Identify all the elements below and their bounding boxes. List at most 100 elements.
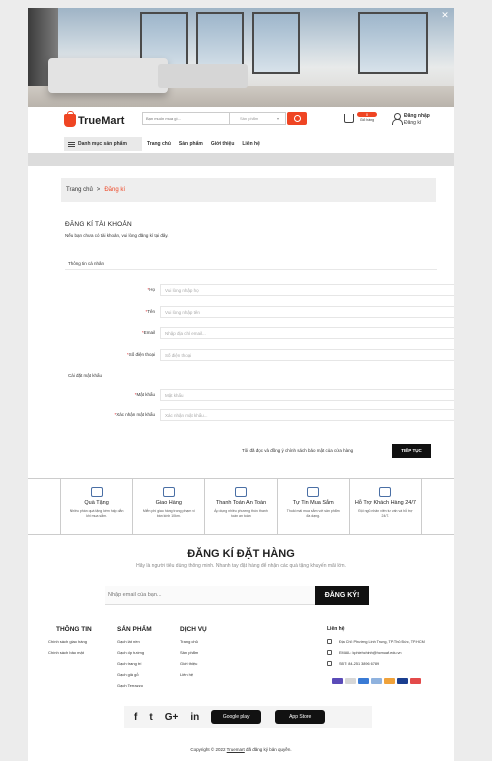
banner-sofa xyxy=(48,58,168,93)
close-icon[interactable]: ✕ xyxy=(440,10,450,20)
feature-title: Giao Hàng xyxy=(155,500,182,506)
feature-delivery: Giao Hàng Miễn phí giao hàng trong phạm … xyxy=(132,479,204,534)
lock-icon xyxy=(235,487,247,497)
footer-link[interactable]: Gạch giả gỗ xyxy=(117,672,152,677)
features-strip: Quà Tặng Nhiều phần quà tặng kèm hấp dẫn… xyxy=(28,478,454,535)
footer-link[interactable]: Trang chủ xyxy=(180,639,207,644)
footer-link[interactable]: Gạch Terrazzo xyxy=(117,683,152,688)
feature-title: Quà Tặng xyxy=(84,500,109,506)
contact-phone-text[interactable]: SĐT: 84-251 3896 6789 xyxy=(339,662,379,666)
payment-methods xyxy=(332,678,421,684)
footer-link[interactable]: Gạch trang trí xyxy=(117,661,152,666)
banner-window xyxy=(252,12,300,74)
contact-email: EMAIL: kphiehchinh@hcmuaf.edu.vn xyxy=(327,650,425,655)
nav-about[interactable]: Giới thiệu xyxy=(211,141,235,147)
copyright-brand-link[interactable]: Truemart xyxy=(227,747,245,752)
footer-services-title: DỊCH VỤ xyxy=(180,626,207,633)
linkedin-icon[interactable]: in xyxy=(190,712,199,723)
first-name-field[interactable] xyxy=(160,306,454,318)
banner-window xyxy=(358,12,428,74)
box-icon xyxy=(307,487,320,497)
footer-link[interactable]: Gạch ốp tường xyxy=(117,650,152,655)
last-name-label: *Họ xyxy=(147,287,155,292)
footer-link[interactable]: Liên hệ xyxy=(180,672,207,677)
logo-text: TrueMart xyxy=(78,114,125,127)
contact-address-text: Địa Chỉ: Phường Linh Trung, TP.Thủ Đức, … xyxy=(339,639,425,644)
nav-home[interactable]: Trang chủ xyxy=(147,141,171,147)
google-plus-icon[interactable]: G+ xyxy=(165,712,179,723)
bag-icon xyxy=(64,111,76,127)
cart-info: 0 Giỏ hàng xyxy=(357,112,377,122)
hamburger-icon xyxy=(68,141,75,147)
banner-table xyxy=(158,64,248,88)
rocket-icon xyxy=(162,487,175,497)
contact-email-text[interactable]: EMAIL: kphiehchinh@hcmuaf.edu.vn xyxy=(339,651,402,655)
skrill-icon xyxy=(332,678,343,684)
search-input[interactable] xyxy=(142,112,230,125)
cart[interactable]: 0 Giỏ hàng xyxy=(344,112,377,123)
login-link[interactable]: Đăng nhập xyxy=(404,113,430,120)
agree-text: Tôi đã đọc và đồng ý chính sách bảo mật … xyxy=(242,448,354,453)
category-select[interactable]: Sản phẩm xyxy=(230,112,286,125)
confirm-password-label-text: Xác nhận mật khẩu xyxy=(116,412,155,417)
facebook-icon[interactable]: f xyxy=(134,712,137,723)
copyright-suffix: đã đăng ký bản quyền. xyxy=(246,747,292,752)
footer-link[interactable]: Giới thiệu xyxy=(180,661,207,666)
mastercard-icon xyxy=(384,678,395,684)
footer-link[interactable]: Chính sách giao hàng xyxy=(48,639,92,644)
password-label-text: Mật khẩu xyxy=(136,392,155,397)
confirm-password-field[interactable] xyxy=(160,409,454,421)
phone-field[interactable] xyxy=(160,349,454,361)
first-name-label: *Tên xyxy=(145,309,155,314)
twitter-icon[interactable]: t xyxy=(149,712,152,723)
first-name-label-text: Tên xyxy=(147,309,155,314)
visa-icon xyxy=(397,678,408,684)
nav-products[interactable]: Sản phẩm xyxy=(179,141,203,147)
confirm-password-label: *Xác nhận mật khẩu xyxy=(114,412,155,417)
footer-contact: Liên hệ Địa Chỉ: Phường Linh Trung, TP.T… xyxy=(327,626,425,672)
categories-menu[interactable]: Danh mục sản phẩm xyxy=(64,137,142,151)
email-field[interactable] xyxy=(160,327,454,339)
footer-link[interactable]: Gạch lát nền xyxy=(117,639,152,644)
newsletter-subscribe-button[interactable]: ĐĂNG KÝ! xyxy=(315,586,369,605)
phone-row: *Số điện thoại xyxy=(65,349,454,361)
feature-desc: Áp dụng nhiều phương thức thanh toán an … xyxy=(214,509,268,518)
hero-banner[interactable]: ✕ xyxy=(28,8,454,107)
page-title: ĐĂNG KÍ TÀI KHOẢN xyxy=(65,221,132,228)
last-name-field[interactable] xyxy=(160,284,454,296)
phone-label: *Số điện thoại xyxy=(127,352,155,357)
mail-icon xyxy=(327,650,332,655)
password-label: *Mật khẩu xyxy=(135,392,155,397)
page: ✕ TrueMart Sản phẩm 0 Giỏ hàng Đăng nhập… xyxy=(28,8,454,761)
feature-support: Hỗ Trợ Khách Hàng 24/7 Đội ngũ nhân viên… xyxy=(348,479,423,534)
google-play-button[interactable]: Google play xyxy=(211,710,262,724)
feature-title: Tự Tin Mua Sắm xyxy=(292,500,334,506)
page-subtitle: Nếu bạn chưa có tài khoản, vui lòng đăng… xyxy=(65,233,169,238)
newsletter-subtitle: Hãy là người tiêu dùng thông minh. Nhanh… xyxy=(136,563,346,569)
feature-title: Thanh Toán An Toàn xyxy=(215,500,267,506)
nav-contact[interactable]: Liên hệ xyxy=(242,141,260,147)
app-store-button[interactable]: App Store xyxy=(275,710,326,724)
nav-divider-bar xyxy=(28,153,454,166)
cart-icon xyxy=(344,114,354,123)
register-link[interactable]: Đăng kí xyxy=(404,120,430,127)
phone-icon xyxy=(327,661,332,666)
feature-desc: Miễn phí giao hàng trong phạm vi bán kín… xyxy=(142,509,195,518)
feature-payment: Thanh Toán An Toàn Áp dụng nhiều phương … xyxy=(204,479,276,534)
password-field[interactable] xyxy=(160,389,454,401)
users-icon xyxy=(379,487,392,497)
password-section: Cài đặt mật khẩu xyxy=(68,373,103,378)
search-button[interactable] xyxy=(287,112,307,125)
social-bar: f t G+ in Google play App Store xyxy=(124,706,372,728)
breadcrumb-current: Đăng kí xyxy=(104,187,125,193)
continue-button[interactable]: TIẾP TỤC xyxy=(392,444,431,458)
logo[interactable]: TrueMart xyxy=(64,111,125,127)
email-label-text: Email xyxy=(143,330,155,335)
footer-link[interactable]: Sản phẩm xyxy=(180,650,207,655)
copyright-prefix: Copyright © 2022 xyxy=(190,747,226,752)
footer-link[interactable]: Chính sách bảo mật xyxy=(48,650,92,655)
newsletter-email-input[interactable] xyxy=(105,586,318,605)
nav-links: Trang chủ Sản phẩm Giới thiệu Liên hệ xyxy=(147,137,260,151)
breadcrumb-home[interactable]: Trang chủ xyxy=(66,187,93,193)
amex-icon xyxy=(358,678,369,684)
